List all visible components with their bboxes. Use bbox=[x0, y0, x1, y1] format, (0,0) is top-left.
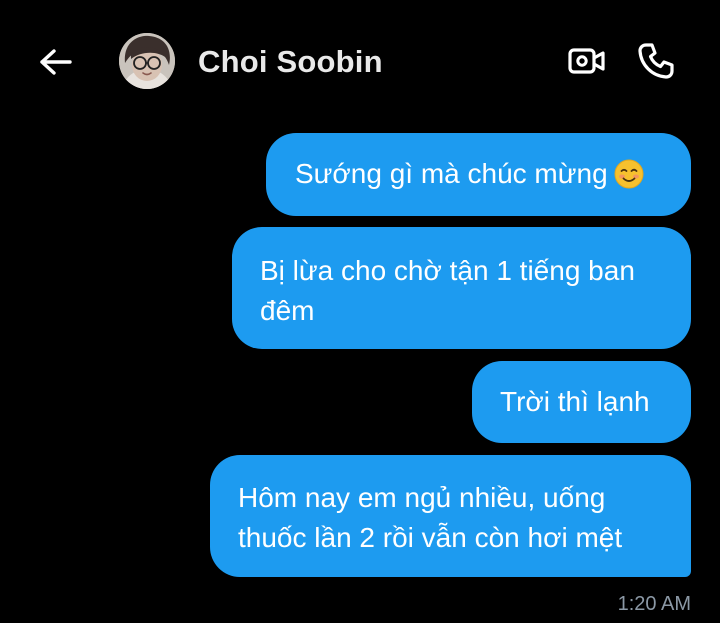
message-text-line: Bị lừa cho chờ tận 1 tiếng ban bbox=[260, 255, 635, 286]
message-bubble[interactable]: Hôm nay em ngủ nhiều, uống thuốc lần 2 r… bbox=[210, 455, 691, 577]
message-timestamp: 1:20 AM bbox=[617, 593, 691, 615]
message-text: Sướng gì mà chúc mừng bbox=[295, 158, 608, 189]
message-text: Trời thì lạnh bbox=[500, 386, 650, 417]
message-bubble[interactable]: Bị lừa cho chờ tận 1 tiếng ban đêm bbox=[232, 227, 691, 349]
message-bubble[interactable]: Trời thì lạnh bbox=[472, 361, 691, 443]
message-text-line: thuốc lần 2 rồi vẫn còn hơi mệt bbox=[238, 522, 623, 553]
message-bubble[interactable]: Sướng gì mà chúc mừng bbox=[266, 133, 691, 216]
message-thread: Sướng gì mà chúc mừng Bị lừa cho chờ tận… bbox=[0, 0, 720, 623]
message-text-line: đêm bbox=[260, 295, 315, 326]
message-text-line: Hôm nay em ngủ nhiều, uống bbox=[238, 482, 606, 513]
smiling-face-icon bbox=[614, 159, 644, 189]
